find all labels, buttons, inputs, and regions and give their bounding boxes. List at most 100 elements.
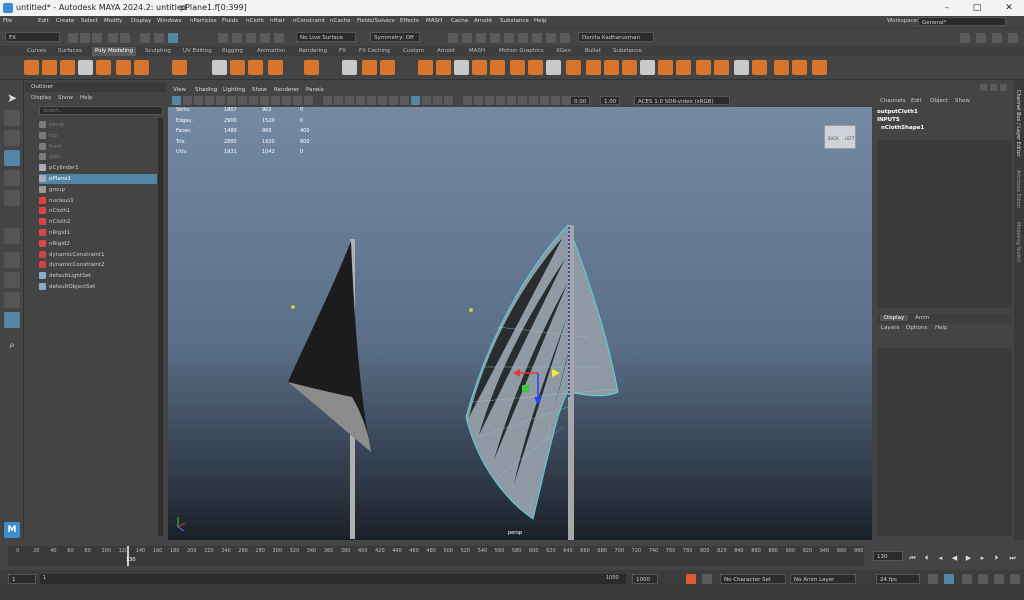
hypershade-icon[interactable]: [490, 33, 500, 43]
ipr-render-icon[interactable]: [462, 33, 472, 43]
viewport-menu-show[interactable]: Show: [252, 87, 267, 93]
channels-menu-edit[interactable]: Edit: [911, 98, 922, 104]
render-settings-icon[interactable]: [476, 33, 486, 43]
viewport-tool-13-icon[interactable]: [323, 96, 332, 105]
viewport-tool-19-icon[interactable]: [389, 96, 398, 105]
viewport-tool-5-icon[interactable]: [227, 96, 236, 105]
shelf-tab-sculpting[interactable]: Sculpting: [142, 47, 174, 56]
minimize-icon[interactable]: –: [940, 2, 954, 14]
command-line[interactable]: [0, 588, 1024, 600]
select-tool-icon[interactable]: ➤: [4, 90, 20, 106]
viewport-tool-17-icon[interactable]: [367, 96, 376, 105]
outliner-item-ncloth1[interactable]: nCloth1: [39, 206, 157, 216]
shelf-quad-draw-icon[interactable]: [528, 60, 543, 75]
viewport-tool-6-icon[interactable]: [238, 96, 247, 105]
menu-effects[interactable]: Effects: [400, 18, 419, 24]
menu-arnold[interactable]: Arnold: [474, 18, 492, 24]
outliner-menu-display[interactable]: Display: [31, 95, 51, 101]
snap-point-icon[interactable]: [246, 33, 256, 43]
menu-nparticles[interactable]: nParticles: [190, 18, 217, 24]
layout-four-icon[interactable]: [992, 33, 1002, 43]
shelf-tab-substance[interactable]: Substance: [610, 47, 645, 56]
viewport-tool-16-icon[interactable]: [356, 96, 365, 105]
layout-single-pane-icon[interactable]: [4, 252, 20, 268]
outliner-item-defaultlightset[interactable]: defaultLightSet: [39, 271, 157, 281]
channels-menu-channels[interactable]: Channels: [880, 98, 905, 104]
shelf-edit-edges-icon[interactable]: [812, 60, 827, 75]
shelf-tab-fx[interactable]: FX: [336, 47, 349, 56]
viewport-tool-4-icon[interactable]: [216, 96, 225, 105]
shelf-mirror-geo-icon[interactable]: [676, 60, 691, 75]
channels-menu-show[interactable]: Show: [955, 98, 970, 104]
shelf-extrude-icon[interactable]: [342, 60, 357, 75]
shelf-connect-icon[interactable]: [510, 60, 525, 75]
step-back-key-icon[interactable]: ⏴: [922, 554, 931, 563]
shelf-plane-icon[interactable]: [116, 60, 131, 75]
shelf-mirror-icon[interactable]: [454, 60, 469, 75]
menu-ncache[interactable]: nCache: [330, 18, 351, 24]
viewport-tool-29-icon[interactable]: [507, 96, 516, 105]
live-surface-dropdown[interactable]: No Live Surface: [296, 32, 356, 42]
shelf-cube-icon[interactable]: [42, 60, 57, 75]
shelf-tab-curves[interactable]: Curves: [24, 47, 49, 56]
layout-persp-icon[interactable]: [1008, 33, 1018, 43]
viewport-tool-23-icon[interactable]: [433, 96, 442, 105]
outliner-tab[interactable]: Outliner: [25, 83, 166, 92]
menu-nconstraint[interactable]: nConstraint: [293, 18, 325, 24]
viewport-menu-renderer[interactable]: Renderer: [274, 87, 299, 93]
viewport-tool-12-icon[interactable]: [304, 96, 313, 105]
viewport-tool-24-icon[interactable]: [444, 96, 453, 105]
outliner-item-nucleus1[interactable]: nucleus1: [39, 196, 157, 206]
viewport-tool-8-icon[interactable]: [260, 96, 269, 105]
shelf-torus-icon[interactable]: [96, 60, 111, 75]
side-tab-channel-box[interactable]: Channel Box / Layer Editor: [1015, 90, 1021, 157]
viewport-tool-21-icon[interactable]: [411, 96, 420, 105]
shelf-reduce-icon[interactable]: [586, 60, 601, 75]
side-tab-modeling-toolkit[interactable]: Modeling Toolkit: [1015, 222, 1021, 262]
shelf-merge-icon[interactable]: [380, 60, 395, 75]
viewport-tool-26-icon[interactable]: [474, 96, 483, 105]
outliner-search-input[interactable]: [39, 106, 163, 115]
lasso-tool-icon[interactable]: [4, 110, 20, 126]
layout-two-icon[interactable]: [976, 33, 986, 43]
view-cube[interactable]: BACK LEFT: [824, 125, 856, 149]
shelf-tab-rigging[interactable]: Rigging: [219, 47, 246, 56]
settings-icon[interactable]: [1010, 574, 1020, 584]
shelf-tab-polymodeling[interactable]: Poly Modeling: [92, 47, 137, 56]
save-scene-icon[interactable]: [92, 33, 102, 43]
play-backward-icon[interactable]: ◀: [950, 554, 959, 563]
layout-single-icon[interactable]: [960, 33, 970, 43]
shelf-svg-icon[interactable]: [230, 60, 245, 75]
outliner-item-defaultobjectset[interactable]: defaultObjectSet: [39, 282, 157, 292]
menuset-dropdown[interactable]: FX: [5, 32, 60, 42]
viewport-tool-30-icon[interactable]: [518, 96, 527, 105]
shelf-paint-icon[interactable]: [658, 60, 673, 75]
select-hierarchy-icon[interactable]: [140, 33, 150, 43]
range-end-field[interactable]: 1000: [632, 574, 658, 584]
shelf-tab-xgen[interactable]: XGen: [553, 47, 574, 56]
key-options-icon[interactable]: [702, 574, 712, 584]
go-to-start-icon[interactable]: ⏮: [908, 554, 917, 563]
colorspace-dropdown[interactable]: ACES 1.0 SDR-video (sRGB): [634, 96, 730, 105]
viewport-menu-panels[interactable]: Panels: [306, 87, 324, 93]
outliner-scrollbar[interactable]: [158, 118, 163, 536]
shelf-circularize-icon[interactable]: [792, 60, 807, 75]
menu-substance[interactable]: Substance: [500, 18, 529, 24]
menu-select[interactable]: Select: [81, 18, 98, 24]
light-editor-icon[interactable]: [532, 33, 542, 43]
current-frame-field[interactable]: 130: [873, 551, 903, 561]
viewport-tool-3-icon[interactable]: [205, 96, 214, 105]
rotate-tool-icon[interactable]: [4, 170, 20, 186]
shelf-type-icon[interactable]: [212, 60, 227, 75]
menu-create[interactable]: Create: [56, 18, 74, 24]
view-cube-back[interactable]: BACK: [828, 136, 839, 141]
render-view-icon[interactable]: [504, 33, 514, 43]
outliner-item-persp[interactable]: persp: [39, 120, 157, 130]
move-tool-icon[interactable]: [4, 150, 20, 166]
shelf-center-icon[interactable]: [472, 60, 487, 75]
anim-layer-dropdown[interactable]: No Anim Layer: [790, 574, 856, 584]
render-frame-icon[interactable]: [448, 33, 458, 43]
shelf-platonic-icon[interactable]: [172, 60, 187, 75]
shelf-tab-surfaces[interactable]: Surfaces: [55, 47, 85, 56]
layer-menu-help[interactable]: Help: [935, 325, 948, 331]
